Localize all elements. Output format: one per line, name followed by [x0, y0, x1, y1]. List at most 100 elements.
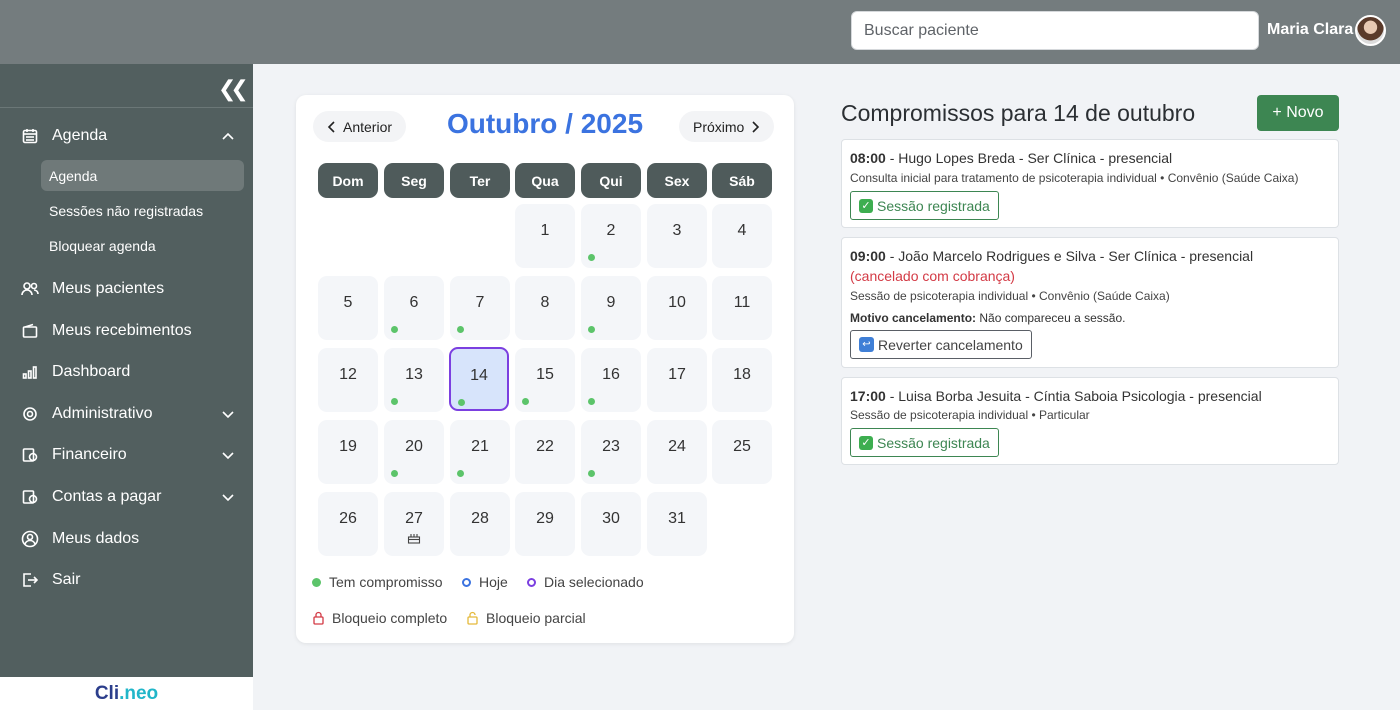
- legend-selected: Dia selecionado: [527, 574, 644, 590]
- new-appointment-button[interactable]: + Novo: [1257, 95, 1339, 131]
- calendar-day[interactable]: 1: [515, 204, 575, 268]
- calendar-day[interactable]: 6: [384, 276, 444, 340]
- sidebar-item-admin[interactable]: Administrativo: [0, 396, 253, 432]
- calendar-day[interactable]: 17: [647, 348, 707, 412]
- calendar-day[interactable]: 10: [647, 276, 707, 340]
- day-number: 12: [339, 366, 357, 383]
- calendar-day[interactable]: 4: [712, 204, 772, 268]
- calendar-day[interactable]: 5: [318, 276, 378, 340]
- avatar[interactable]: [1355, 15, 1386, 46]
- sidebar-item-label: Meus pacientes: [52, 280, 165, 297]
- calendar-day[interactable]: 7: [450, 276, 510, 340]
- next-month-button[interactable]: Próximo: [679, 111, 775, 142]
- appointment-dot-icon: [457, 470, 464, 477]
- calendar-day[interactable]: 18: [712, 348, 772, 412]
- session-registered-button[interactable]: ✓ Sessão registrada: [850, 191, 999, 220]
- yellow-lock-icon: [467, 611, 478, 625]
- next-label: Próximo: [693, 118, 745, 135]
- calendar-day[interactable]: 28: [450, 492, 510, 556]
- collapse-sidebar-icon[interactable]: ❮❮: [218, 76, 249, 102]
- money-icon: [21, 446, 39, 464]
- brand-part2: .neo: [119, 682, 159, 704]
- day-number: 11: [733, 294, 751, 311]
- sidebar-item-financial[interactable]: Financeiro: [0, 437, 253, 473]
- day-number: 2: [606, 222, 616, 239]
- subitem-agenda[interactable]: Agenda: [41, 160, 244, 191]
- calendar-day[interactable]: 12: [318, 348, 378, 412]
- appointment-card[interactable]: 09:00 - João Marcelo Rodrigues e Silva -…: [841, 237, 1339, 368]
- sidebar-item-label: Financeiro: [52, 446, 127, 463]
- calendar-day[interactable]: 27: [384, 492, 444, 556]
- day-number: 25: [733, 438, 751, 455]
- calendar-day[interactable]: 2: [581, 204, 641, 268]
- bar-chart-icon: [21, 363, 39, 381]
- revert-cancellation-button[interactable]: ↩ Reverter cancelamento: [850, 330, 1032, 359]
- calendar-day[interactable]: 15: [515, 348, 575, 412]
- calendar-day[interactable]: 29: [515, 492, 575, 556]
- button-label: Sessão registrada: [877, 197, 990, 214]
- calendar-day[interactable]: 30: [581, 492, 641, 556]
- day-number: 10: [668, 294, 686, 311]
- subitem-block-schedule[interactable]: Bloquear agenda: [41, 230, 244, 261]
- sidebar-item-receipts[interactable]: Meus recebimentos: [0, 313, 253, 349]
- day-number: 9: [606, 294, 616, 311]
- sidebar-item-bills[interactable]: Contas a pagar: [0, 479, 253, 515]
- reason-text: Não compareceu a sessão.: [976, 311, 1126, 325]
- sidebar-item-dashboard[interactable]: Dashboard: [0, 354, 253, 390]
- sidebar: ❮❮ Agenda Agenda Sessões não registradas…: [0, 64, 253, 677]
- appointment-card[interactable]: 17:00 - Luisa Borba Jesuita - Cíntia Sab…: [841, 377, 1339, 465]
- day-number: 20: [405, 438, 423, 455]
- calendar-day[interactable]: 24: [647, 420, 707, 484]
- sidebar-item-label: Sair: [52, 571, 81, 588]
- users-icon: [21, 280, 39, 298]
- calendar-day[interactable]: 3: [647, 204, 707, 268]
- appointment-dot-icon: [588, 254, 595, 261]
- day-number: 8: [540, 294, 550, 311]
- calendar-day[interactable]: 13: [384, 348, 444, 412]
- day-number: 15: [536, 366, 554, 383]
- calendar-day[interactable]: 26: [318, 492, 378, 556]
- day-number: 27: [405, 510, 423, 527]
- appointment-card[interactable]: 08:00 - Hugo Lopes Breda - Ser Clínica -…: [841, 139, 1339, 228]
- calendar-day[interactable]: 19: [318, 420, 378, 484]
- calendar-day[interactable]: 23: [581, 420, 641, 484]
- session-registered-button[interactable]: ✓ Sessão registrada: [850, 428, 999, 457]
- appointment-dot-icon: [588, 326, 595, 333]
- subitem-unregistered-sessions[interactable]: Sessões não registradas: [41, 195, 244, 226]
- sidebar-item-label: Meus recebimentos: [52, 322, 192, 339]
- calendar-day[interactable]: 9: [581, 276, 641, 340]
- day-number: 24: [668, 438, 686, 455]
- day-number: 31: [668, 510, 686, 527]
- wallet-icon: [21, 322, 39, 340]
- calendar-day[interactable]: 25: [712, 420, 772, 484]
- calendar-day[interactable]: 8: [515, 276, 575, 340]
- sidebar-item-patients[interactable]: Meus pacientes: [0, 271, 253, 307]
- calendar-day[interactable]: 31: [647, 492, 707, 556]
- sidebar-item-logout[interactable]: Sair: [0, 562, 253, 598]
- previous-month-button[interactable]: Anterior: [313, 111, 407, 142]
- appointment-title: - Luisa Borba Jesuita - Cíntia Saboia Ps…: [885, 388, 1262, 404]
- weekday-header: Ter: [450, 163, 510, 198]
- calendar-day[interactable]: 21: [450, 420, 510, 484]
- calendar-day[interactable]: 22: [515, 420, 575, 484]
- gear-icon: [21, 405, 39, 423]
- chevron-down-icon: [221, 407, 235, 421]
- birthday-cake-icon: [407, 530, 421, 544]
- appointment-dot-icon: [391, 326, 398, 333]
- user-name[interactable]: Maria Clara: [1267, 21, 1353, 39]
- search-patient-input[interactable]: [851, 11, 1259, 50]
- day-number: 18: [733, 366, 751, 383]
- sidebar-item-agenda[interactable]: Agenda: [0, 118, 253, 154]
- button-label: Reverter cancelamento: [878, 336, 1023, 353]
- cancellation-reason: Motivo cancelamento: Não compareceu a se…: [850, 311, 1125, 325]
- calendar-day-selected[interactable]: 14: [449, 347, 509, 411]
- calendar-day[interactable]: 11: [712, 276, 772, 340]
- calendar-day[interactable]: 20: [384, 420, 444, 484]
- legend-label: Bloqueio parcial: [486, 610, 586, 626]
- day-number: 28: [471, 510, 489, 527]
- calendar-day[interactable]: 16: [581, 348, 641, 412]
- day-number: 29: [536, 510, 554, 527]
- sidebar-item-my-data[interactable]: Meus dados: [0, 521, 253, 557]
- purple-ring-icon: [527, 577, 536, 587]
- legend-today: Hoje: [462, 574, 508, 590]
